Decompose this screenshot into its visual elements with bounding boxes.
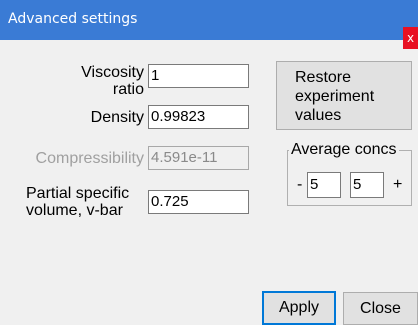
close-button[interactable]: Close — [343, 292, 418, 325]
average-conc-input-2[interactable]: 5 — [350, 172, 384, 198]
partial-specific-volume-label: Partial specific volume, v-bar — [26, 185, 130, 219]
average-concs-title: Average concs — [289, 141, 399, 159]
average-conc-input-1[interactable]: 5 — [307, 172, 341, 198]
viscosity-ratio-input[interactable]: 1 — [148, 64, 249, 88]
density-label: Density — [90, 109, 144, 126]
increment-concs-button[interactable]: + — [393, 176, 402, 194]
compressibility-input: 4.591e-11 — [148, 146, 249, 170]
close-window-button[interactable]: x — [403, 27, 418, 49]
density-input[interactable]: 0.99823 — [148, 105, 249, 129]
restore-experiment-values-button[interactable]: Restore experiment values — [276, 61, 412, 130]
window-title: Advanced settings — [8, 11, 138, 27]
compressibility-label: Compressibility — [35, 150, 144, 167]
decrement-concs-button[interactable]: - — [297, 176, 302, 194]
apply-button[interactable]: Apply — [262, 291, 336, 325]
viscosity-ratio-label: Viscosity ratio — [81, 64, 144, 98]
vbar-input[interactable]: 0.725 — [148, 190, 249, 214]
